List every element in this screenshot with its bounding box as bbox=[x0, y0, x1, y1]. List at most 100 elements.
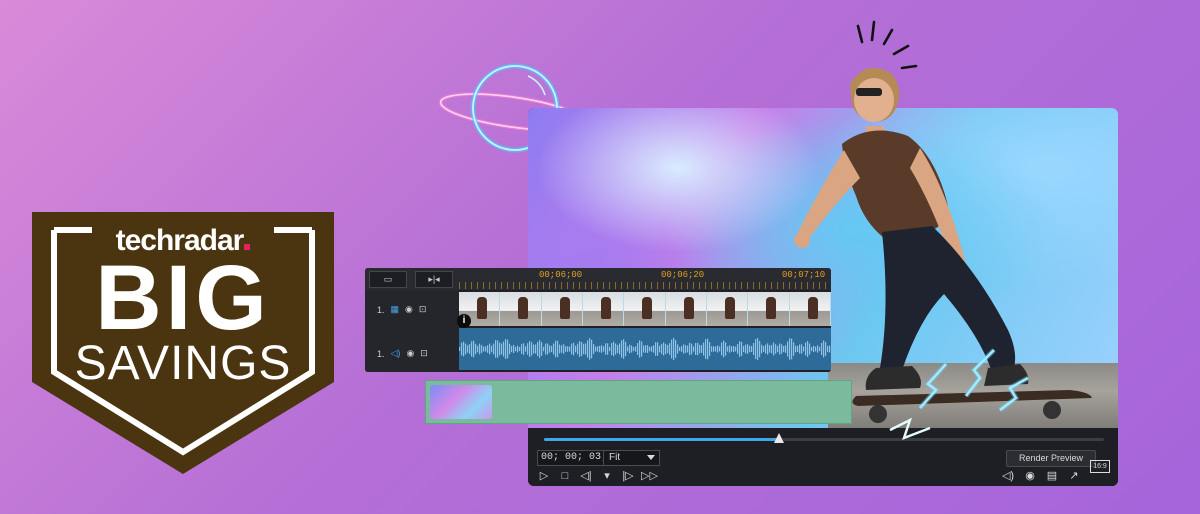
waveform-bar bbox=[649, 346, 651, 352]
waveform-bar bbox=[651, 346, 653, 352]
waveform-bar bbox=[483, 346, 485, 352]
waveform-bar bbox=[759, 340, 761, 358]
fast-forward-icon[interactable]: ▷▷ bbox=[641, 468, 658, 484]
waveform-bar bbox=[473, 340, 475, 358]
waveform-bar bbox=[803, 346, 805, 352]
track-number: 1. bbox=[377, 348, 385, 359]
waveform-bar bbox=[751, 345, 753, 353]
waveform-bar bbox=[623, 339, 625, 359]
waveform-bar bbox=[699, 344, 701, 354]
track-view-icon[interactable]: ▭ bbox=[369, 271, 407, 288]
waveform-bar bbox=[461, 342, 463, 356]
audio-track-icon: ◁) bbox=[390, 348, 401, 358]
waveform-bar bbox=[753, 342, 755, 356]
zoom-select[interactable]: Fit bbox=[603, 450, 660, 466]
waveform-bar bbox=[527, 343, 529, 355]
waveform-bar bbox=[507, 339, 509, 359]
lock-icon[interactable]: ⊡ bbox=[419, 304, 427, 315]
subtitle-icon[interactable]: ▤ bbox=[1044, 468, 1060, 484]
waveform-bar bbox=[631, 345, 633, 353]
volume-icon[interactable]: ◁) bbox=[1000, 468, 1016, 484]
chevron-down-icon bbox=[647, 455, 655, 460]
play-icon[interactable]: ▷ bbox=[536, 468, 552, 484]
waveform-bar bbox=[647, 345, 649, 353]
waveform-bar bbox=[533, 344, 535, 354]
eye-icon[interactable]: ◉ bbox=[405, 304, 413, 315]
waveform-bar bbox=[509, 343, 511, 355]
waveform-bar bbox=[737, 344, 739, 354]
waveform-bar bbox=[587, 340, 589, 358]
waveform-bar bbox=[573, 342, 575, 356]
prev-frame-icon[interactable]: ◁| bbox=[578, 468, 594, 484]
ruler-ticks bbox=[459, 282, 831, 289]
waveform-bar bbox=[805, 342, 807, 356]
aspect-ratio-button[interactable]: 16:9 bbox=[1090, 460, 1110, 473]
waveform-bar bbox=[585, 343, 587, 355]
waveform-bar bbox=[565, 346, 567, 352]
snapshot-icon[interactable]: ◉ bbox=[1022, 468, 1038, 484]
waveform-bar bbox=[577, 343, 579, 355]
waveform-bar bbox=[707, 338, 709, 360]
split-icon[interactable]: ▸|◂ bbox=[415, 271, 453, 288]
waveform-bar bbox=[653, 345, 655, 353]
audio-clip[interactable] bbox=[459, 328, 831, 370]
overlay-track[interactable] bbox=[425, 380, 852, 424]
rider-thumb bbox=[559, 297, 570, 319]
waveform-bar bbox=[595, 346, 597, 352]
waveform-bar bbox=[599, 345, 601, 353]
waveform-bar bbox=[657, 342, 659, 356]
waveform-bar bbox=[545, 343, 547, 355]
eye-icon[interactable]: ◉ bbox=[406, 348, 414, 359]
waveform-bar bbox=[755, 339, 757, 359]
waveform-bar bbox=[539, 340, 541, 358]
waveform-bar bbox=[787, 341, 789, 357]
waveform-bar bbox=[783, 345, 785, 353]
waveform-bar bbox=[723, 340, 725, 358]
waveform-bar bbox=[549, 345, 551, 353]
clip-frame bbox=[500, 292, 542, 326]
waveform-bar bbox=[683, 344, 685, 354]
waveform-bar bbox=[807, 341, 809, 357]
waveform-bar bbox=[691, 343, 693, 355]
popout-icon[interactable]: ↗ bbox=[1066, 468, 1082, 484]
waveform-bar bbox=[823, 340, 825, 358]
rider-thumb bbox=[766, 297, 777, 319]
big-savings-badge: techradar BIG SAVINGS bbox=[32, 212, 334, 474]
video-clip[interactable] bbox=[459, 292, 831, 326]
waveform-bar bbox=[553, 343, 555, 355]
timeline-ruler[interactable]: 00;06;00 00;06;20 00;07;10 bbox=[459, 268, 831, 290]
info-icon[interactable]: i bbox=[457, 314, 471, 328]
waveform-bar bbox=[487, 345, 489, 353]
timeline-panel: ▭ ▸|◂ 00;06;00 00;06;20 00;07;10 1. ▦ ◉ … bbox=[365, 268, 831, 372]
stop-icon[interactable]: □ bbox=[557, 468, 573, 484]
waveform-bar bbox=[557, 340, 559, 358]
waveform-bar bbox=[607, 343, 609, 355]
waveform-bar bbox=[575, 345, 577, 353]
lock-icon[interactable]: ⊡ bbox=[420, 348, 428, 359]
audio-waveform bbox=[459, 337, 831, 361]
overlay-clip-thumbnail[interactable] bbox=[430, 385, 492, 419]
rider-thumb bbox=[600, 297, 611, 319]
waveform-bar bbox=[605, 343, 607, 355]
waveform-bar bbox=[749, 345, 751, 353]
rider-thumb bbox=[724, 297, 735, 319]
waveform-bar bbox=[713, 346, 715, 352]
waveform-bar bbox=[799, 344, 801, 354]
waveform-bar bbox=[621, 340, 623, 358]
waveform-bar bbox=[727, 346, 729, 352]
waveform-bar bbox=[819, 346, 821, 352]
waveform-bar bbox=[635, 346, 637, 352]
next-frame-icon[interactable]: |▷ bbox=[620, 468, 636, 484]
waveform-bar bbox=[695, 343, 697, 355]
waveform-bar bbox=[501, 343, 503, 355]
waveform-bar bbox=[665, 343, 667, 355]
waveform-bar bbox=[597, 346, 599, 352]
waveform-bar bbox=[791, 338, 793, 360]
waveform-bar bbox=[503, 341, 505, 357]
waveform-bar bbox=[601, 345, 603, 353]
subline-text: SAVINGS bbox=[74, 337, 292, 390]
waveform-bar bbox=[667, 344, 669, 354]
mark-icon[interactable]: ▾ bbox=[599, 468, 615, 484]
waveform-bar bbox=[815, 346, 817, 352]
clip-frame bbox=[624, 292, 666, 326]
